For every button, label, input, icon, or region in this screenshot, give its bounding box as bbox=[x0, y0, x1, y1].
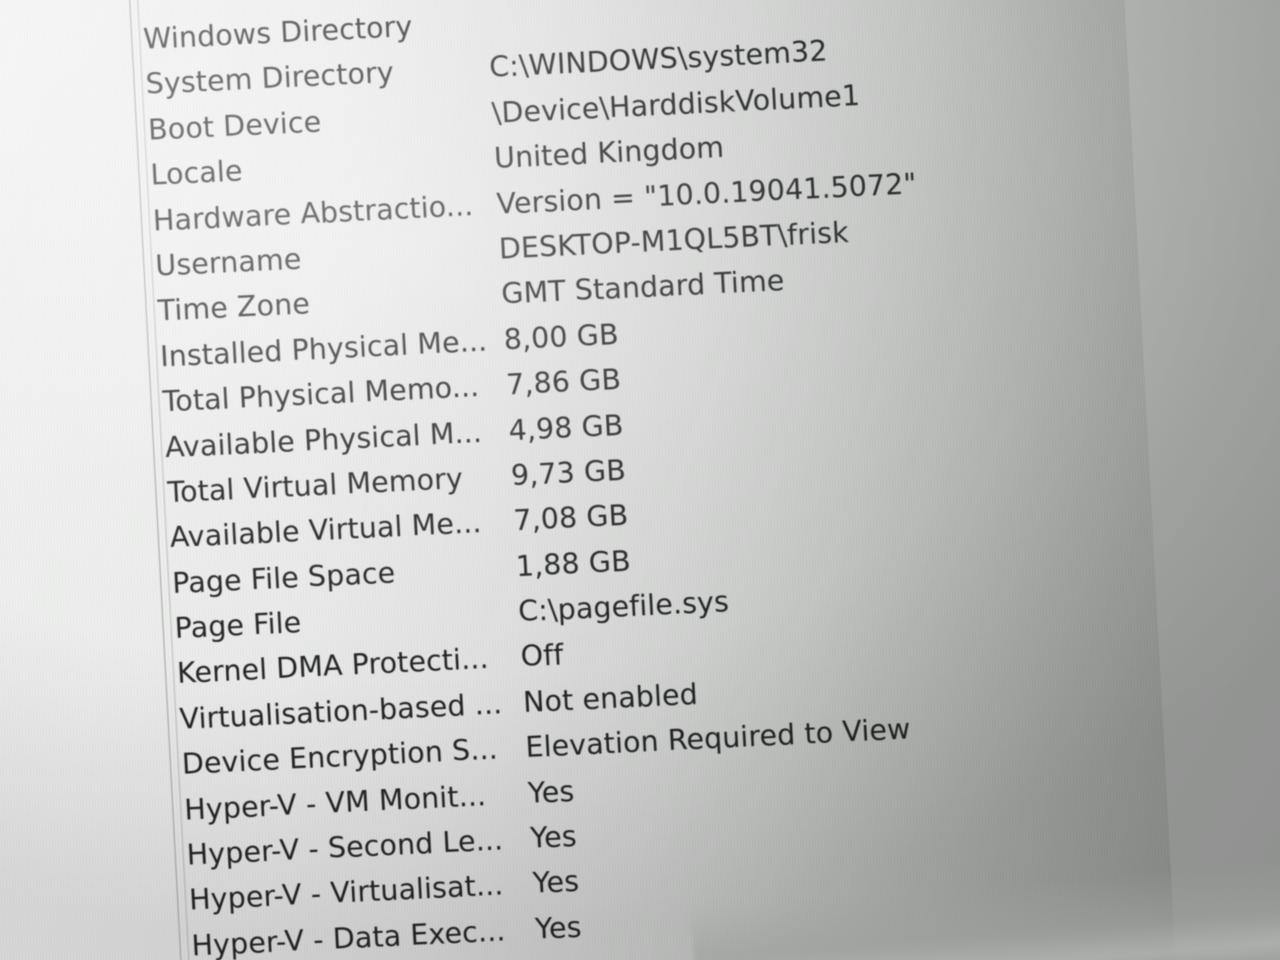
row-value-label: 1,88 GB bbox=[515, 544, 632, 584]
system-summary-detail-table[interactable]: Windows Directory System Directory C:\WIND… bbox=[142, 0, 1172, 960]
row-value-label: 4,98 GB bbox=[507, 408, 625, 448]
row-value-label: Yes bbox=[529, 819, 578, 855]
row-value-label: 7,08 GB bbox=[512, 499, 630, 538]
monitor-screen-panel: Windows Directory System Directory C:\WIND… bbox=[0, 0, 1185, 960]
row-value-label: 8,00 GB bbox=[502, 317, 620, 357]
row-value-label: 9,73 GB bbox=[510, 453, 627, 493]
row-value-label: Yes bbox=[531, 865, 580, 901]
photographed-screen-backdrop: Windows Directory System Directory C:\WIND… bbox=[0, 0, 1280, 960]
row-value-label: Yes bbox=[534, 910, 583, 946]
row-value-label: Off bbox=[519, 638, 565, 674]
system-information-window: Windows Directory System Directory C:\WIND… bbox=[0, 0, 1185, 960]
row-value-label: 7,86 GB bbox=[505, 363, 622, 402]
row-value-label: Yes bbox=[527, 774, 576, 810]
